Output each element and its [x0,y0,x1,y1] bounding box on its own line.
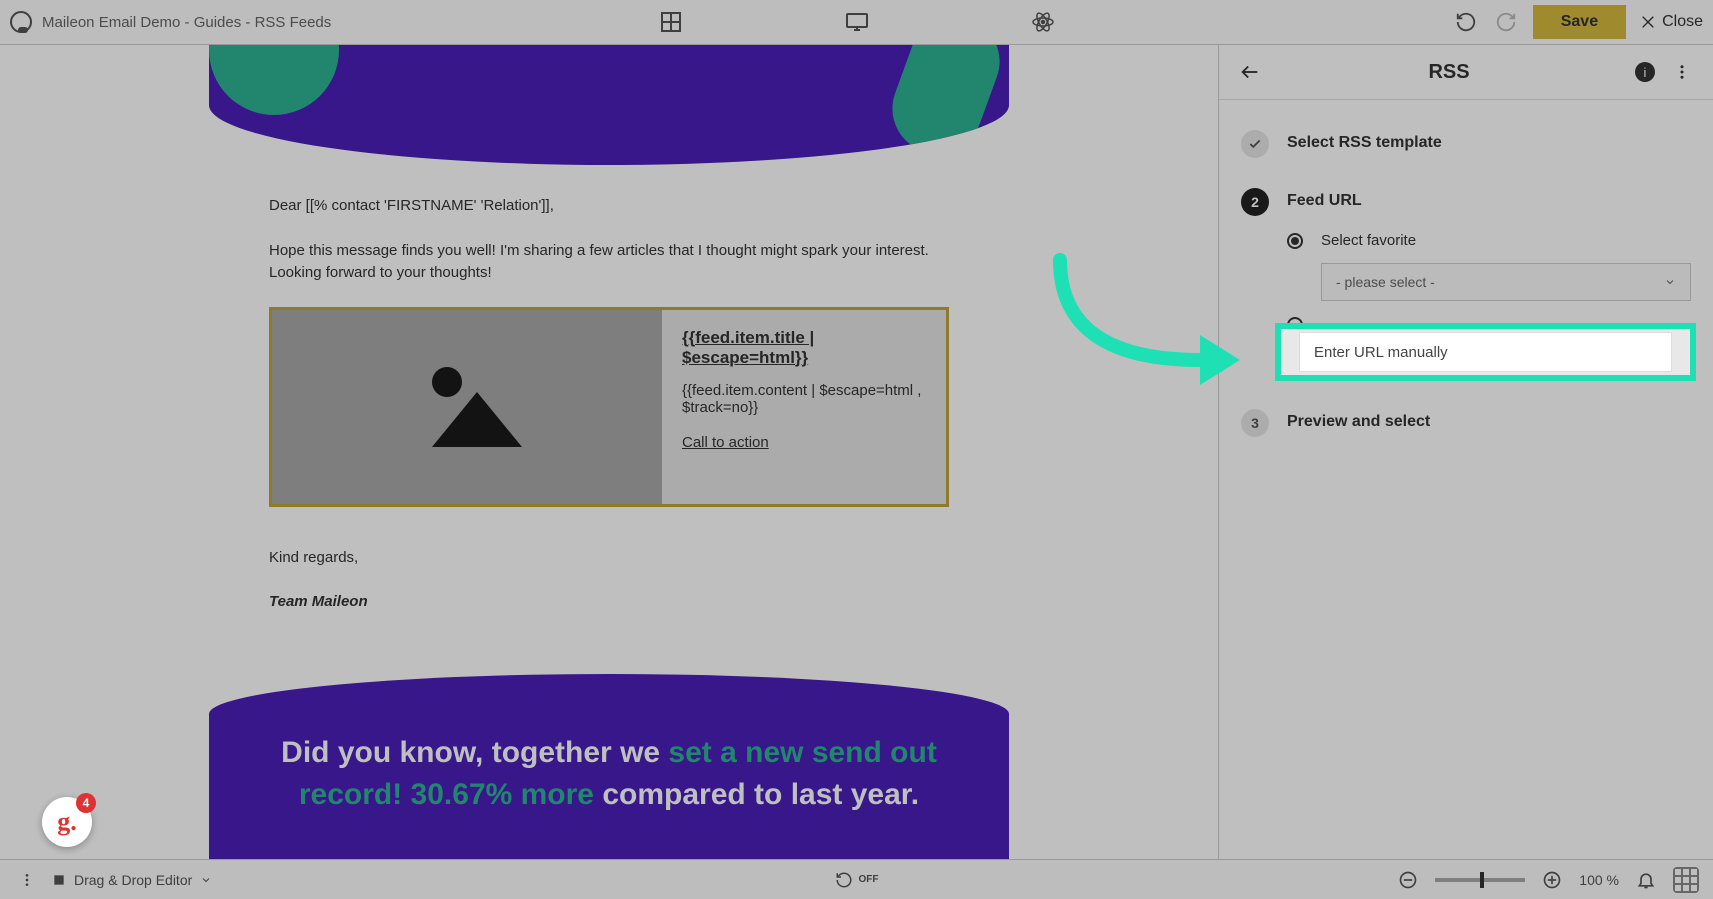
badge-count: 4 [76,793,96,813]
chevron-down-icon [1664,276,1676,288]
feed-cta-link[interactable]: Call to action [682,434,926,451]
bell-icon[interactable] [1633,867,1659,893]
autosave-toggle[interactable]: OFF [835,871,879,889]
panel-title: RSS [1263,61,1635,84]
step-1-check-icon [1241,130,1269,158]
breadcrumb: Maileon Email Demo - Guides - RSS Feeds [42,14,331,31]
footer-graphic: Did you know, together we set a new send… [209,674,1009,860]
step-2-label: Feed URL [1287,188,1362,210]
desktop-preview-icon[interactable] [844,9,870,35]
autosave-off-label: OFF [859,874,879,885]
radio-favorite-label: Select favorite [1321,232,1416,249]
team-signature: Team Maileon [269,591,949,614]
rss-feed-card[interactable]: {{feed.item.title | $escape=html}} {{fee… [269,307,949,507]
step-2: 2 Feed URL [1241,188,1691,216]
image-placeholder-icon [272,310,662,504]
step-1-label: Select RSS template [1287,130,1442,152]
zoom-in-icon[interactable] [1539,867,1565,893]
panel-header: RSS i [1219,45,1713,100]
redo-icon[interactable] [1493,9,1519,35]
close-label: Close [1662,13,1703,31]
app-logo-icon [10,11,32,33]
feed-content: {{feed.item.content | $escape=html , $tr… [682,382,926,416]
step-3-label: Preview and select [1287,409,1430,431]
favorite-select[interactable]: - please select - [1321,263,1691,301]
editor-mode-selector[interactable]: Drag & Drop Editor [52,872,212,888]
close-button[interactable]: Close [1640,13,1703,31]
assistant-badge[interactable]: g. 4 [42,797,92,847]
badge-letter: g. [57,807,77,837]
step-1[interactable]: Select RSS template [1241,130,1691,158]
zoom-slider[interactable] [1435,878,1525,882]
back-arrow-icon[interactable] [1237,59,1263,85]
panel-menu-icon[interactable] [1669,59,1695,85]
regards-text: Kind regards, [269,547,949,570]
top-bar: Maileon Email Demo - Guides - RSS Feeds … [0,0,1713,45]
radio-enter-url-manually[interactable]: Enter URL manually [1275,323,1696,381]
chevron-down-icon [200,874,212,886]
intro-text: Hope this message finds you well! I'm sh… [269,240,949,285]
feed-title: {{feed.item.title | $escape=html}} [682,328,926,368]
email-canvas: Dear [[% contact 'FIRSTNAME' 'Relation']… [209,45,1009,859]
rss-side-panel: RSS i Select RSS template 2 Feed URL Sel… [1218,45,1713,859]
stepper: Select RSS template 2 Feed URL Select fa… [1219,100,1713,497]
step-2-marker: 2 [1241,188,1269,216]
footer-tagline: Did you know, together we set a new send… [279,732,939,816]
bottom-menu-icon[interactable] [14,867,40,893]
canvas-area[interactable]: Dear [[% contact 'FIRSTNAME' 'Relation']… [0,45,1218,859]
hero-graphic [209,45,1009,165]
apps-grid-icon[interactable] [1673,867,1699,893]
editor-mode-label: Drag & Drop Editor [74,872,192,888]
radio-checked-icon [1287,233,1303,249]
radio-select-favorite[interactable]: Select favorite [1287,232,1691,249]
feed-text-block: {{feed.item.title | $escape=html}} {{fee… [662,310,946,504]
history-icon [835,871,853,889]
save-button[interactable]: Save [1533,5,1626,39]
status-bar: Drag & Drop Editor OFF 100 % [0,859,1713,899]
atom-icon[interactable] [1030,9,1056,35]
select-placeholder: - please select - [1336,274,1435,290]
undo-icon[interactable] [1453,9,1479,35]
step-3-marker: 3 [1241,409,1269,437]
step-3[interactable]: 3 Preview and select [1241,409,1691,437]
layout-grid-icon[interactable] [658,9,684,35]
main-area: Dear [[% contact 'FIRSTNAME' 'Relation']… [0,45,1713,859]
info-icon[interactable]: i [1635,62,1655,82]
zoom-level: 100 % [1579,872,1619,888]
radio-manual-label: Enter URL manually [1314,344,1448,361]
zoom-out-icon[interactable] [1395,867,1421,893]
greeting-text: Dear [[% contact 'FIRSTNAME' 'Relation']… [269,195,949,218]
editor-icon [52,873,66,887]
